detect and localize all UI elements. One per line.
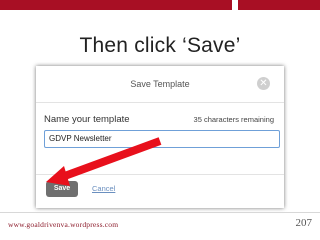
close-icon[interactable]: ✕ — [257, 77, 270, 90]
page-number: 207 — [295, 217, 313, 229]
template-name-input[interactable] — [44, 130, 280, 148]
template-name-label: Name your template — [44, 114, 130, 125]
cancel-link[interactable]: Cancel — [92, 184, 115, 193]
slide-title: Then click ‘Save’ — [79, 34, 241, 57]
save-button[interactable]: Save — [46, 181, 78, 197]
slide-top-bar — [0, 0, 320, 10]
dialog-title: Save Template — [130, 79, 190, 89]
footer-url: www.goaldrivenva.wordpress.com — [8, 220, 119, 229]
slide-top-bar-gap — [232, 0, 238, 10]
save-template-dialog: Save Template ✕ Name your template 35 ch… — [36, 66, 284, 208]
dialog-header: Save Template ✕ — [36, 66, 284, 103]
footer-divider — [0, 212, 320, 213]
characters-remaining: 35 characters remaining — [193, 115, 274, 124]
